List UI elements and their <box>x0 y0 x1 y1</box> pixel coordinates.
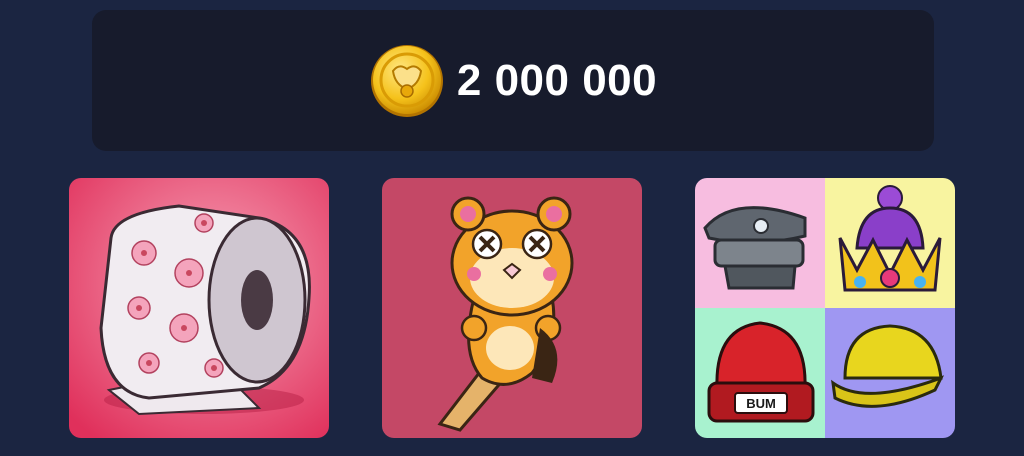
item-card-hamster-popsicle[interactable] <box>382 178 642 438</box>
toilet-paper-icon <box>69 178 329 438</box>
balance-panel: 2 000 000 <box>92 10 934 151</box>
coin-icon <box>370 44 443 117</box>
balance-amount: 2 000 000 <box>456 55 658 105</box>
item-card-toilet-paper[interactable] <box>69 178 329 438</box>
item-card-hats-bundle[interactable]: BUM <box>695 178 955 438</box>
hats-bundle-icon: BUM <box>695 178 955 438</box>
hamster-popsicle-icon <box>382 178 642 438</box>
red-beanie-label: BUM <box>746 396 776 411</box>
